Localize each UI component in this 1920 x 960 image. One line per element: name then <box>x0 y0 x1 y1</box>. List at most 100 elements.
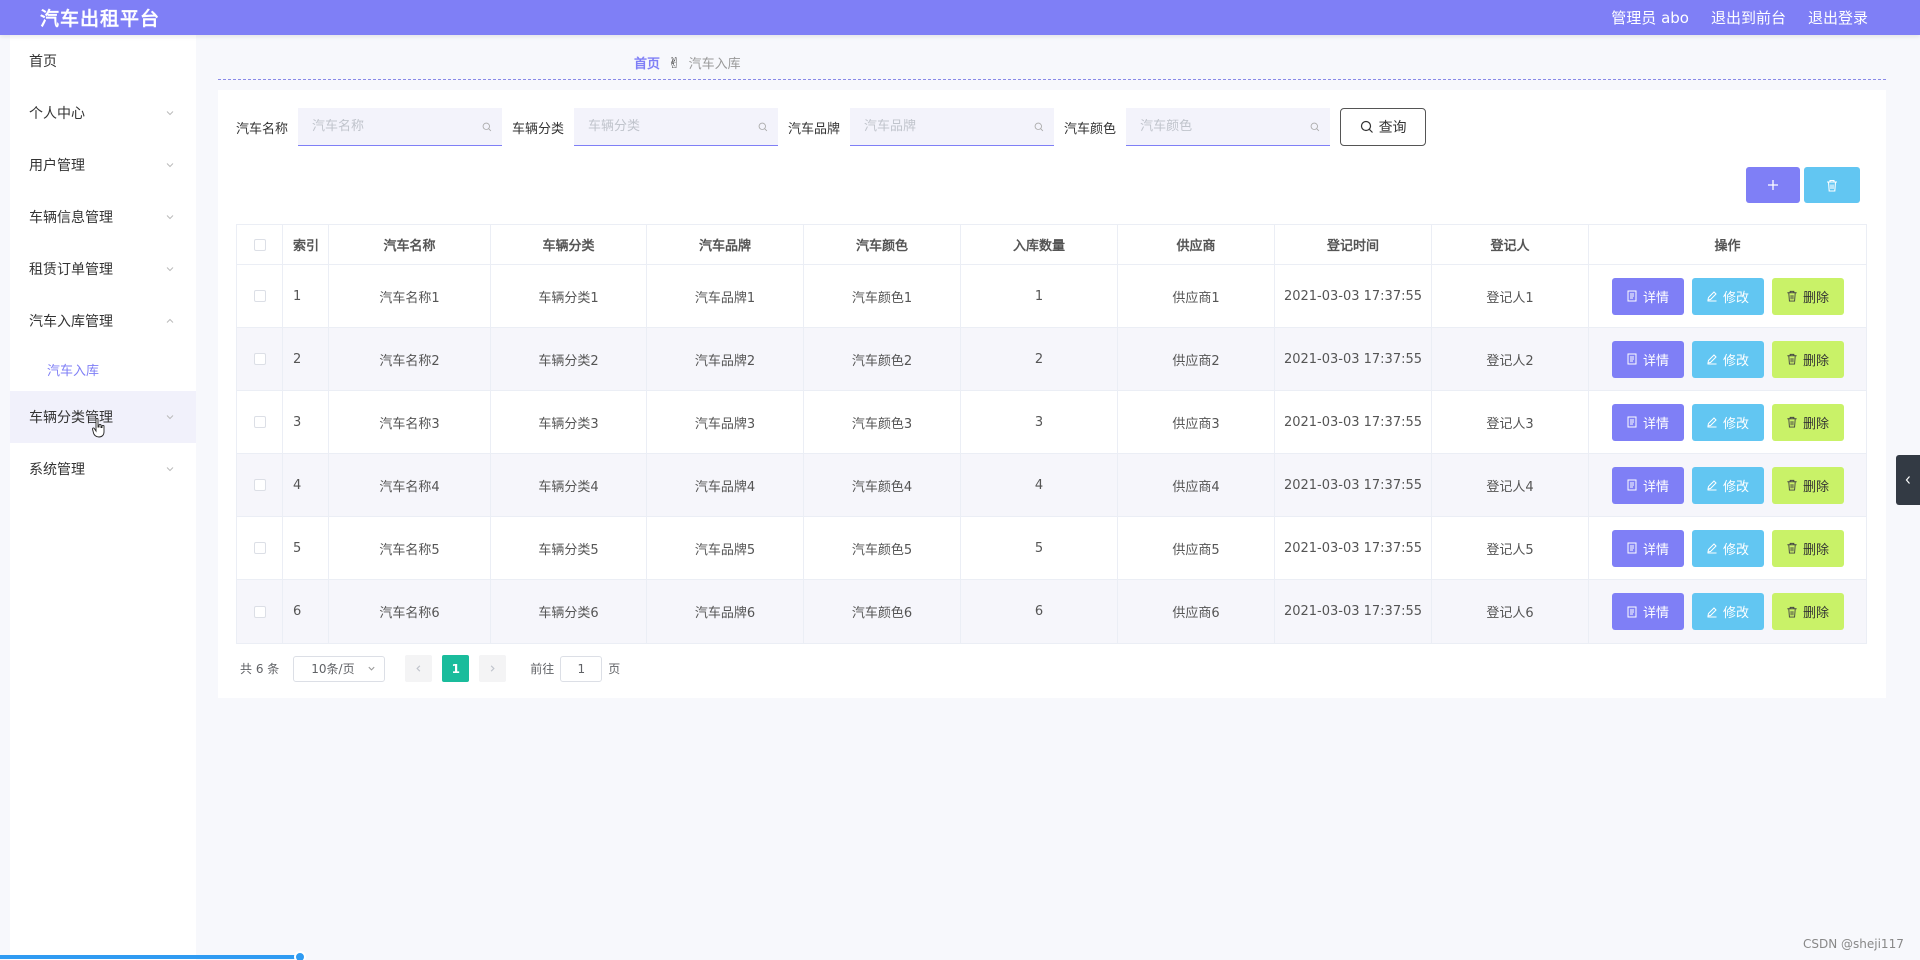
delete-button[interactable]: 删除 <box>1771 340 1844 378</box>
add-button[interactable] <box>1746 167 1800 203</box>
next-page-button[interactable] <box>479 655 507 682</box>
table-cell-qty: 4 <box>961 454 1118 516</box>
detail-button[interactable]: 详情 <box>1611 466 1684 504</box>
delete-button[interactable]: 删除 <box>1771 403 1844 441</box>
logout-link[interactable]: 退出登录 <box>1808 7 1868 28</box>
table-cell-idx: 2 <box>283 328 329 390</box>
table-cell-cls: 车辆分类3 <box>491 391 647 453</box>
row-checkbox[interactable] <box>253 353 266 365</box>
search-field-name: 汽车名称 <box>236 108 503 146</box>
edit-button[interactable]: 修改 <box>1691 593 1764 630</box>
search-input-color[interactable] <box>1140 119 1311 134</box>
search-input-class[interactable] <box>588 119 759 134</box>
delete-button[interactable]: 删除 <box>1771 529 1844 567</box>
header-cell: 入库数量 <box>961 225 1118 264</box>
chevron-left-icon <box>416 665 421 672</box>
page-size-select[interactable]: 10条/页 <box>293 655 386 682</box>
sidebar-item-label: 个人中心 <box>29 106 85 122</box>
chevron-right-icon <box>491 665 495 672</box>
chevron-left-icon <box>1905 476 1910 484</box>
sidebar-item-home[interactable]: 首页 <box>10 35 196 87</box>
edit-button[interactable]: 修改 <box>1691 340 1764 378</box>
table-row: 2 汽车名称2 车辆分类2 汽车品牌2 汽车颜色2 2 供应商2 2021-03-03 17:… <box>237 328 1866 391</box>
admin-user-label[interactable]: 管理员 abo <box>1611 7 1689 28</box>
video-progress-handle[interactable] <box>294 951 306 960</box>
row-checkbox[interactable] <box>253 290 266 302</box>
table-cell-color: 汽车颜色1 <box>804 265 961 327</box>
page-unit-label: 页 <box>608 662 621 676</box>
row-checkbox[interactable] <box>253 479 266 491</box>
sidebar-item-personal-center[interactable]: 个人中心 <box>10 87 196 139</box>
table-cell-name: 汽车名称6 <box>329 580 491 643</box>
search-label-brand: 汽车品牌 <box>788 121 841 137</box>
edit-button[interactable]: 修改 <box>1691 277 1764 315</box>
sidebar-item-label: 首页 <box>29 54 57 70</box>
detail-button[interactable]: 详情 <box>1611 593 1684 630</box>
exit-to-front-link[interactable]: 退出到前台 <box>1711 7 1786 28</box>
trash-icon <box>1786 290 1798 302</box>
edit-button-label: 修改 <box>1722 353 1749 369</box>
breadcrumb-home[interactable]: 首页 <box>634 53 660 72</box>
trash-icon <box>1827 179 1837 192</box>
table-cell-color: 汽车颜色6 <box>804 580 961 643</box>
table-cell-brand: 汽车品牌1 <box>647 265 804 327</box>
sidebar-item-rental-orders[interactable]: 租赁订单管理 <box>10 243 196 295</box>
table-cell-qty: 1 <box>961 265 1118 327</box>
table-cell-reg: 登记人1 <box>1432 265 1589 327</box>
edit-button[interactable]: 修改 <box>1691 466 1764 504</box>
query-button[interactable]: 查询 <box>1340 108 1427 146</box>
row-checkbox[interactable] <box>253 542 266 554</box>
table-cell-time: 2021-03-03 17:37:55 <box>1275 580 1432 643</box>
sidebar-subitem-car-stock-in[interactable]: 汽车入库 <box>10 347 196 391</box>
row-checkbox[interactable] <box>253 416 266 428</box>
delete-button[interactable]: 删除 <box>1771 277 1844 315</box>
table-row: 6 汽车名称6 车辆分类6 汽车品牌6 汽车颜色6 6 供应商6 2021-03-03 17:… <box>237 580 1866 643</box>
detail-button[interactable]: 详情 <box>1611 403 1684 441</box>
detail-button[interactable]: 详情 <box>1611 529 1684 567</box>
trash-icon <box>1786 479 1798 491</box>
table-cell-brand: 汽车品牌3 <box>647 391 804 453</box>
header-actions: 管理员 abo 退出到前台 退出登录 <box>1611 7 1868 28</box>
detail-button-label: 详情 <box>1642 542 1669 558</box>
sidebar-item-vehicle-info[interactable]: 车辆信息管理 <box>10 191 196 243</box>
sidebar-item-label: 系统管理 <box>29 462 85 478</box>
delete-button[interactable]: 删除 <box>1771 466 1844 504</box>
table-cell-idx: 4 <box>283 454 329 516</box>
sidebar-item-user-management[interactable]: 用户管理 <box>10 139 196 191</box>
sidebar-item-system[interactable]: 系统管理 <box>10 443 196 495</box>
breadcrumb: 首页 ✌ 汽车入库 <box>634 53 741 73</box>
table-cell-time: 2021-03-03 17:37:55 <box>1275 328 1432 390</box>
sidebar-item-label: 汽车入库管理 <box>29 314 113 330</box>
table-cell-sup: 供应商2 <box>1118 328 1275 390</box>
search-label-color: 汽车颜色 <box>1064 121 1117 137</box>
table-cell-color: 汽车颜色3 <box>804 391 961 453</box>
table-cell-cls: 车辆分类2 <box>491 328 647 390</box>
header-cell: 汽车品牌 <box>647 225 804 264</box>
table-cell-sup: 供应商1 <box>1118 265 1275 327</box>
video-progress-bar[interactable] <box>0 955 300 959</box>
search-input-name-wrap <box>298 108 503 146</box>
table-row: 5 汽车名称5 车辆分类5 汽车品牌5 汽车颜色5 5 供应商5 2021-03-03 17:… <box>237 517 1866 580</box>
search-input-name[interactable] <box>312 119 483 134</box>
table-cell-name: 汽车名称1 <box>329 265 491 327</box>
table-cell-brand: 汽车品牌5 <box>647 517 804 579</box>
detail-button-label: 详情 <box>1642 290 1669 306</box>
page-number-button[interactable]: 1 <box>442 655 470 682</box>
detail-button[interactable]: 详情 <box>1611 340 1684 378</box>
edit-button[interactable]: 修改 <box>1691 529 1764 567</box>
prev-page-button[interactable] <box>405 655 433 682</box>
edit-icon <box>1706 290 1718 302</box>
goto-page-input[interactable]: 1 <box>560 655 603 682</box>
row-checkbox-cell <box>237 580 283 643</box>
sidebar-item-car-stock-in[interactable]: 汽车入库管理 <box>10 295 196 347</box>
batch-delete-button[interactable] <box>1804 167 1860 203</box>
table-cell-qty: 5 <box>961 517 1118 579</box>
select-all-checkbox[interactable] <box>253 238 266 251</box>
edit-button-label: 修改 <box>1722 479 1749 495</box>
detail-button[interactable]: 详情 <box>1611 277 1684 315</box>
row-checkbox[interactable] <box>253 605 266 618</box>
delete-button[interactable]: 删除 <box>1771 593 1844 630</box>
search-input-brand[interactable] <box>864 119 1035 134</box>
side-collapse-tab[interactable] <box>1896 455 1920 505</box>
edit-button[interactable]: 修改 <box>1691 403 1764 441</box>
